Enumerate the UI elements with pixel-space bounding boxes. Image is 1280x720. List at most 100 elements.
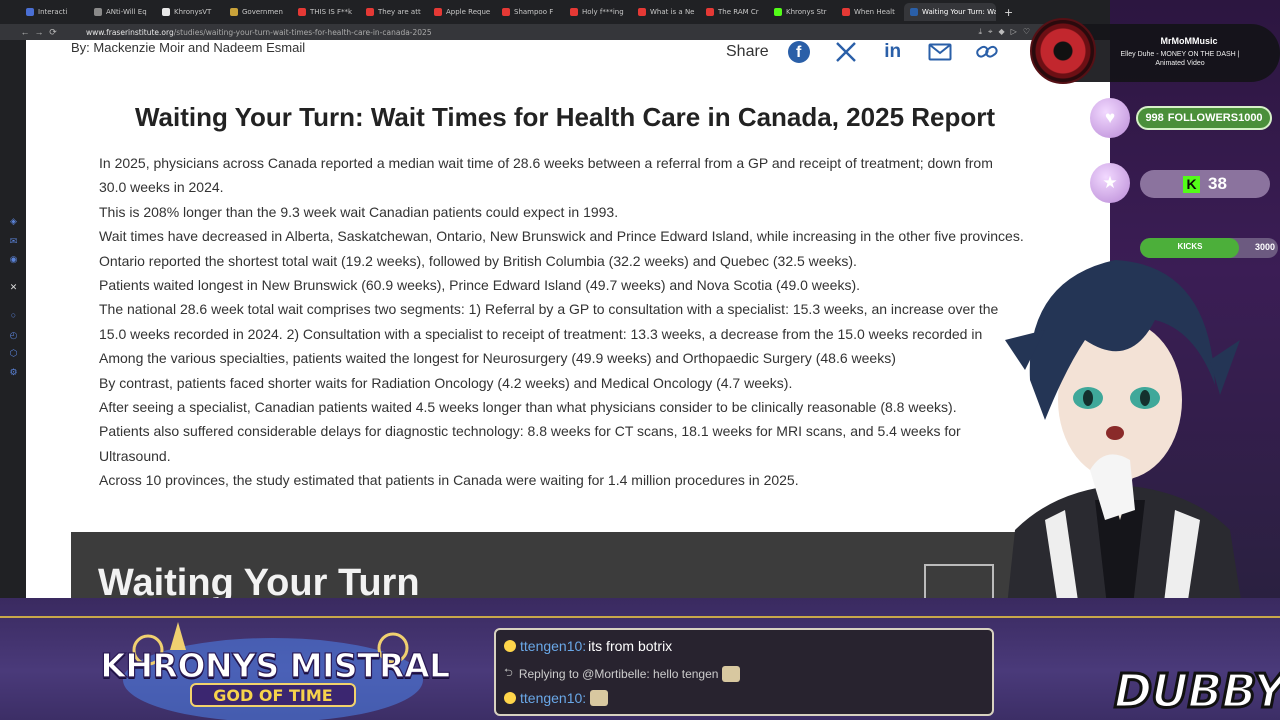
shield-icon[interactable]: ◆ — [999, 27, 1005, 37]
chat-message: ttengen10: its from botrix — [504, 638, 672, 654]
channel-tagline: GOD OF TIME — [213, 686, 333, 705]
url-input[interactable]: www.fraserinstitute.org/studies/waiting-… — [86, 28, 432, 37]
browser-tab[interactable]: Governmen — [224, 3, 290, 21]
tab-favicon — [638, 8, 646, 16]
reload-icon[interactable]: ⟳ — [46, 27, 60, 38]
kick-counter: K 38 — [1140, 170, 1270, 198]
sidebar-mail-icon[interactable]: ✉ — [8, 236, 19, 247]
tab-title: Holy f***ing — [582, 8, 624, 16]
back-icon[interactable]: ← — [18, 27, 32, 37]
new-tab-button[interactable]: + — [998, 3, 1012, 21]
tab-favicon — [230, 8, 238, 16]
browser-tab[interactable]: ANti-Will Eq — [88, 3, 154, 21]
tab-favicon — [910, 8, 918, 16]
followers-goal: 998 FOLLOWERS 1000 — [1136, 106, 1272, 130]
article-byline: By: Mackenzie Moir and Nadeem Esmail — [71, 40, 306, 55]
sidebar-app-icon[interactable]: ◈ — [8, 216, 19, 227]
sidebar-clock-icon[interactable]: ◴ — [8, 330, 19, 341]
linkedin-icon[interactable]: in — [877, 40, 909, 64]
browser-tab[interactable]: Khronys Str — [768, 3, 834, 21]
url-host: www.fraserinstitute.org — [86, 27, 174, 37]
emote-icon — [590, 690, 609, 706]
browser-tab[interactable]: Shampoo F — [496, 3, 562, 21]
play-icon[interactable]: ▷ — [1011, 27, 1017, 37]
forward-icon[interactable]: → — [32, 27, 46, 37]
url-path: /studies/waiting-your-turn-wait-times-fo… — [173, 27, 432, 37]
tab-favicon — [774, 8, 782, 16]
tab-title: Khronys Str — [786, 8, 827, 16]
browser-tab[interactable]: Apple Reque — [428, 3, 494, 21]
browser-tab-active[interactable]: Waiting Your Turn: Wai — [904, 3, 996, 21]
browser-tab[interactable]: What is a Ne — [632, 3, 698, 21]
browser-tab[interactable]: They are att — [360, 3, 426, 21]
list-item: Across 10 provinces, the study estimated… — [99, 468, 1074, 492]
chat-username: ttengen10: — [520, 690, 587, 706]
browser-tab-strip: Interacti ANti-Will Eq KhronysVT Governm… — [0, 0, 1110, 24]
x-icon[interactable] — [830, 40, 862, 64]
tab-favicon — [706, 8, 714, 16]
list-item: Ultrasound. — [99, 447, 171, 464]
emote-icon — [722, 665, 741, 682]
heart-icon: ♥ — [1090, 98, 1130, 138]
browser-tab[interactable]: The RAM Cr — [700, 3, 766, 21]
browser-tab[interactable]: KhronysVT — [156, 3, 222, 21]
chat-text: its from botrix — [588, 638, 673, 654]
now-playing-artist: MrMoMMusic — [1160, 36, 1218, 46]
tab-favicon — [162, 8, 170, 16]
list-item: 30.0 weeks in 2024. — [99, 179, 224, 196]
tab-title: When Healt — [854, 8, 895, 16]
tab-title: Apple Reque — [446, 8, 491, 16]
browser-tab[interactable]: Holy f***ing — [564, 3, 630, 21]
list-item: This is 208% longer than the 9.3 week wa… — [99, 200, 1074, 224]
sidebar-app-icon[interactable]: ○ — [8, 310, 19, 321]
tab-title: They are att — [378, 8, 421, 16]
key-findings-list: In 2025, physicians across Canada report… — [99, 151, 1074, 493]
tab-favicon — [570, 8, 578, 16]
browser-tab[interactable]: Interacti — [20, 3, 86, 21]
star-icon: ★ — [1090, 163, 1130, 203]
tab-title: Shampoo F — [514, 8, 554, 16]
list-item: After seeing a specialist, Canadian pati… — [99, 395, 1074, 419]
list-item: Patients also suffered considerable dela… — [99, 419, 1074, 443]
banner-title: Waiting Your Turn — [98, 562, 420, 598]
web-page: By: Mackenzie Moir and Nadeem Esmail Sha… — [26, 40, 1110, 598]
tab-favicon — [26, 8, 34, 16]
x-icon[interactable]: ✕ — [8, 282, 19, 293]
share-label: Share — [726, 43, 769, 60]
list-item: 15.0 weeks recorded in 2024. 2) Consulta… — [99, 325, 983, 342]
tab-favicon — [434, 8, 442, 16]
chat-widget: ttengen10: its from botrix ⮌ Replying to… — [494, 628, 994, 716]
extension-icons: ⤓ ⌖ ◆ ▷ ♡ — [978, 27, 1030, 37]
download-icon[interactable]: ⤓ — [978, 27, 982, 37]
kick-logo-icon: K — [1183, 175, 1201, 193]
link-icon[interactable] — [971, 40, 1003, 64]
channel-name: KHRONYS MISTRAL — [100, 645, 451, 685]
browser-tab[interactable]: THIS IS F**k — [292, 3, 358, 21]
browser-sidebar: ◈ ✉ ◉ ✕ ○ ◴ ⬡ ⚙ — [0, 40, 26, 600]
mail-icon[interactable] — [924, 40, 956, 64]
report-banner: Waiting Your Turn — [71, 532, 1071, 598]
now-playing-track: Elley Duhe - MONEY ON THE DASH | Animate… — [1120, 51, 1240, 67]
pin-icon[interactable]: ⌖ — [988, 27, 993, 37]
list-item: Among the various specialties, patients … — [99, 346, 1074, 370]
chat-reply: ⮌ Replying to @Mortibelle: hello tengen — [504, 664, 741, 683]
followers-label: FOLLOWERS — [1167, 112, 1239, 124]
tab-title: Governmen — [242, 8, 283, 16]
heart-icon[interactable]: ♡ — [1023, 27, 1030, 37]
sidebar-app-icon[interactable]: ◉ — [8, 254, 19, 265]
list-item: The national 28.6 week total wait compri… — [99, 297, 1074, 321]
tab-favicon — [94, 8, 102, 16]
tab-title: ANti-Will Eq — [106, 8, 147, 16]
facebook-icon[interactable]: f — [783, 40, 815, 64]
followers-goal-value: 1000 — [1238, 112, 1263, 124]
tab-favicon — [298, 8, 306, 16]
sidebar-settings-icon[interactable]: ⚙ — [8, 367, 19, 378]
share-bar: Share f in — [726, 40, 1018, 64]
chat-username: ttengen10: — [520, 638, 587, 654]
tab-title: What is a Ne — [650, 8, 695, 16]
list-item: Patients waited longest in New Brunswick… — [99, 273, 1074, 297]
list-item: Ontario reported the shortest total wait… — [99, 249, 1074, 273]
tab-favicon — [366, 8, 374, 16]
browser-tab[interactable]: When Healt — [836, 3, 902, 21]
sidebar-app-icon[interactable]: ⬡ — [8, 348, 19, 359]
